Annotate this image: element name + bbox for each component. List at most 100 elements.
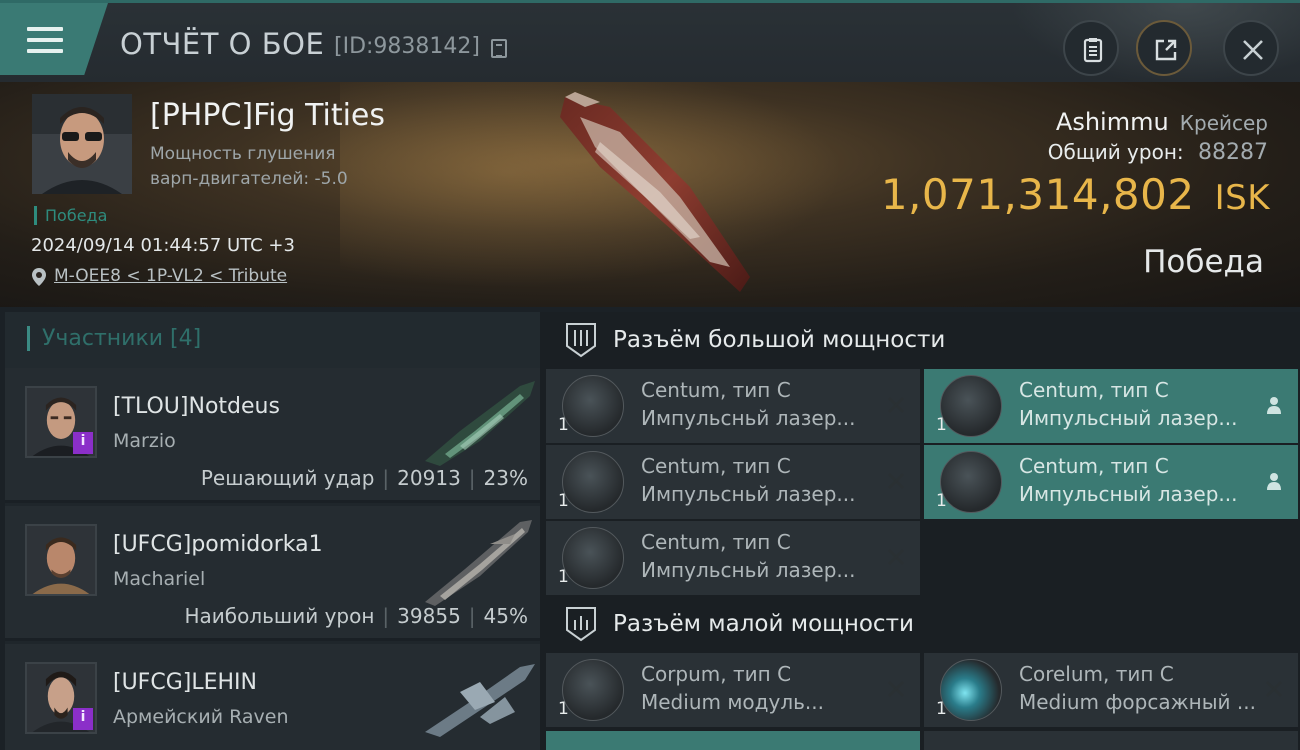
close-button[interactable] [1223, 20, 1279, 76]
module-type: Medium модуль... [641, 690, 824, 714]
high-slot-icon [566, 323, 596, 358]
attacker-name[interactable]: [TLOU]Notdeus [113, 394, 280, 419]
isk-value: 1,071,314,802 ISK [881, 170, 1270, 219]
total-damage: Общий урон: 88287 [1048, 140, 1268, 165]
module-slot[interactable]: 1 Centum, тип C Импульсньй лазер... [546, 445, 920, 519]
attacker-row[interactable]: [TLOU]Notdeus Marzio Решающий удар | 20913… [5, 368, 540, 503]
victim-ship-class: Крейсер [1179, 111, 1268, 135]
module-slot[interactable]: 1 Corpum, тип C Medium модуль... [546, 653, 920, 727]
high-slot-header: Разъём большой мощности [540, 312, 1300, 372]
pilot-icon [1267, 473, 1281, 490]
victim-avatar[interactable] [32, 94, 132, 194]
participants-panel: Участники [4] [TLOU]Notdeus Marzio Решаю… [5, 312, 540, 750]
victim-banner: [PHPC]Fig Tities Мощность глушения варп-… [0, 82, 1300, 307]
total-damage-label: Общий урон: [1047, 140, 1184, 164]
attacker-damage: 20913 [397, 466, 461, 490]
stat-value: варп-двигателей: -5.0 [150, 169, 348, 189]
stat-divider: | [468, 466, 476, 490]
attacker-name[interactable]: [UFCG]pomidorka1 [113, 532, 323, 557]
low-slot-icon [566, 607, 596, 642]
participants-title: Участники [4] [27, 326, 201, 351]
stat-label: Мощность глушения [150, 144, 336, 164]
module-slot[interactable]: 1 Centum, тип C Импульсный лазер... [924, 445, 1298, 519]
share-button[interactable] [1136, 20, 1192, 76]
page-title: ОТЧЁТ О БОЕ [120, 27, 325, 61]
attacker-role: Наибольший урон [184, 604, 375, 628]
attacker-row[interactable]: [UFCG]pomidorka1 Machariel Наибольший ур… [5, 506, 540, 641]
module-name: Centum, тип C [641, 530, 791, 554]
afterburner-icon [940, 659, 1002, 721]
attacker-ship-image [425, 381, 535, 466]
module-name: Corpum, тип C [641, 662, 792, 686]
module-quantity: 1 [558, 415, 569, 435]
low-slot-title: Разъём малой мощности [613, 611, 914, 637]
battle-result: Победа [1143, 244, 1264, 280]
module-type: Medium форсажный ... [1019, 690, 1256, 714]
attacker-role: Решающий удар [200, 466, 375, 490]
report-id: [ID:9838142] [334, 34, 480, 59]
module-name: Centum, тип C [1019, 378, 1169, 402]
destroyed-x-icon [888, 681, 904, 697]
module-slot[interactable]: 1 Corelum, тип C Medium форсажный ... [924, 653, 1298, 727]
destroyed-x-icon [888, 549, 904, 565]
pilot-icon [1267, 397, 1281, 414]
location-pin-icon [32, 268, 46, 286]
high-slot-title: Разъём большой мощности [613, 327, 946, 353]
attacker-ship: Marzio [113, 430, 176, 452]
victim-name[interactable]: [PHPC]Fig Tities [150, 98, 385, 133]
participants-header: Участники [4] [5, 312, 540, 368]
faction-badge-icon [73, 708, 93, 730]
low-slot-header: Разъём малой мощности [540, 596, 1300, 656]
clipboard-button[interactable] [1063, 20, 1119, 76]
module-type: Импульсньй лазер... [641, 558, 856, 582]
attacker-percent: 23% [483, 466, 528, 490]
module-slot[interactable] [546, 731, 920, 750]
destroyed-x-icon [888, 397, 904, 413]
kill-datetime: 2024/09/14 01:44:57 UTC +3 [31, 235, 295, 256]
module-name: Centum, тип C [1019, 454, 1169, 478]
menu-button[interactable] [0, 3, 108, 75]
copy-icon[interactable] [491, 39, 507, 58]
stat-divider: | [382, 604, 390, 628]
total-damage-value: 88287 [1198, 140, 1268, 165]
pulse-laser-icon [940, 375, 1002, 437]
victim-ship-name[interactable]: Ashimmu [1056, 108, 1169, 136]
attacker-percent: 45% [483, 604, 528, 628]
isk-unit: ISK [1214, 178, 1270, 218]
module-slot[interactable]: 1 Centum, тип C Импульсньй лазер... [546, 369, 920, 443]
module-name: Centum, тип C [641, 378, 791, 402]
header-bar: ОТЧЁТ О БОЕ [ID:9838142] [0, 0, 1300, 85]
module-type: Импульсньй лазер... [641, 482, 856, 506]
attacker-name[interactable]: [UFCG]LEHIN [113, 670, 257, 695]
share-external-icon [1155, 39, 1177, 61]
attacker-stats: Наибольший урон | 39855 | 45% [184, 604, 528, 628]
module-slot[interactable] [924, 731, 1298, 750]
armor-module-icon [562, 659, 624, 721]
warp-scramble-stat: Мощность глушения варп-двигателей: -5.0 [150, 142, 348, 192]
victim-ship-info: Ashimmu Крейсер [1056, 108, 1268, 136]
module-quantity: 1 [936, 699, 947, 719]
victim-ship-image [560, 92, 750, 292]
destroyed-x-icon [1266, 681, 1282, 697]
attacker-ship-image [425, 520, 532, 606]
module-type: Импульсный лазер... [1019, 406, 1238, 430]
module-quantity: 1 [558, 699, 569, 719]
module-slot[interactable]: 1 Centum, тип C Импульсньй лазер... [546, 521, 920, 595]
pulse-laser-icon [562, 451, 624, 513]
pulse-laser-icon [940, 451, 1002, 513]
location-text[interactable]: M-OEE8 < 1P-VL2 < Tribute [54, 266, 287, 286]
close-icon [1243, 40, 1263, 60]
module-slot[interactable]: 1 Centum, тип C Импульсный лазер... [924, 369, 1298, 443]
stat-divider: | [382, 466, 390, 490]
pulse-laser-icon [562, 527, 624, 589]
hamburger-menu-icon[interactable] [27, 27, 63, 55]
fitting-panel: Разъём большой мощности 1 Centum, тип C … [540, 312, 1300, 750]
module-name: Centum, тип C [641, 454, 791, 478]
attacker-row[interactable]: [UFCG]LEHIN Армейский Raven [5, 644, 540, 750]
attacker-avatar[interactable] [25, 524, 97, 596]
module-type: Импульсньй лазер... [641, 406, 856, 430]
attacker-ship: Machariel [113, 568, 206, 590]
module-quantity: 1 [558, 491, 569, 511]
module-quantity: 1 [558, 567, 569, 587]
location-link[interactable]: M-OEE8 < 1P-VL2 < Tribute [32, 266, 287, 286]
